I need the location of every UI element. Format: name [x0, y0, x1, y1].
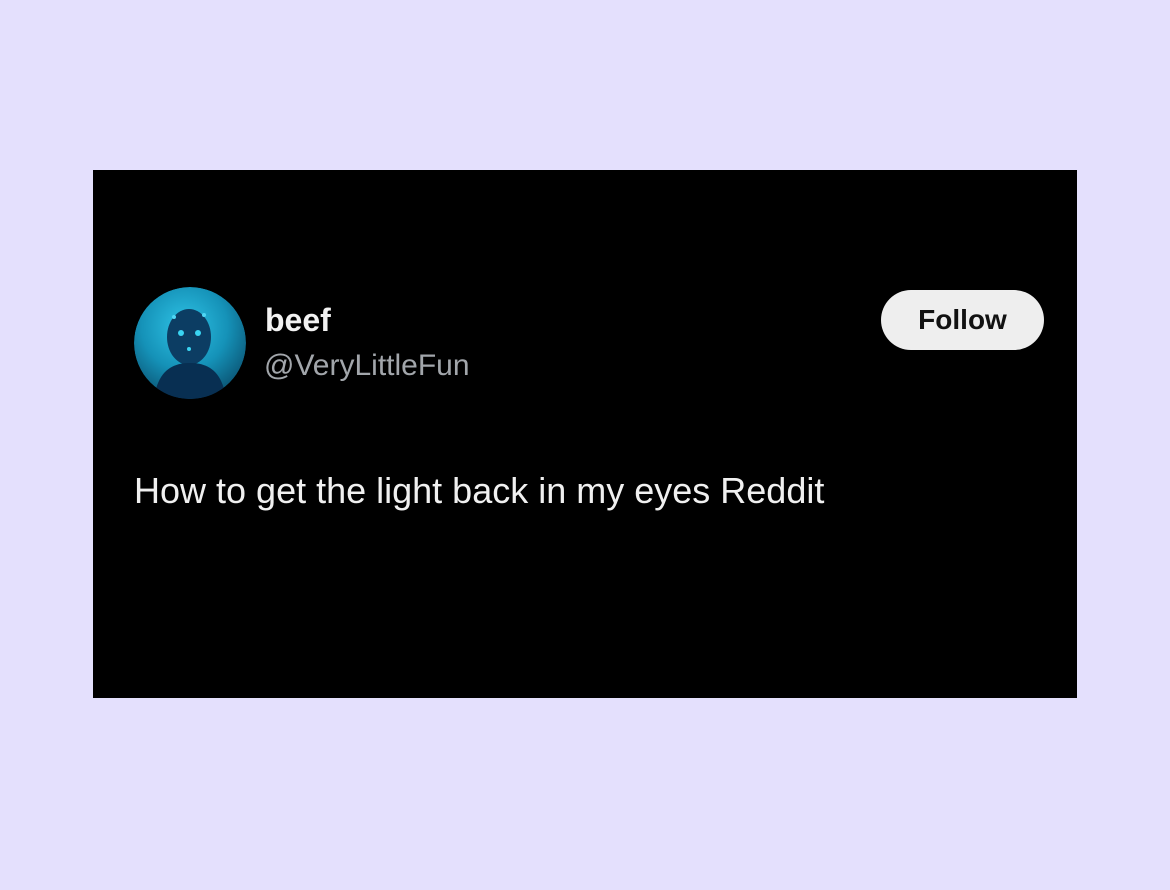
profile-photo-icon: [134, 287, 246, 399]
user-handle[interactable]: @VeryLittleFun: [264, 346, 470, 386]
tweet-text: How to get the light back in my eyes Red…: [134, 470, 825, 511]
tweet-card: [93, 170, 1077, 698]
follow-button[interactable]: Follow: [881, 290, 1044, 350]
avatar[interactable]: [134, 287, 246, 399]
display-name[interactable]: beef: [265, 300, 331, 340]
